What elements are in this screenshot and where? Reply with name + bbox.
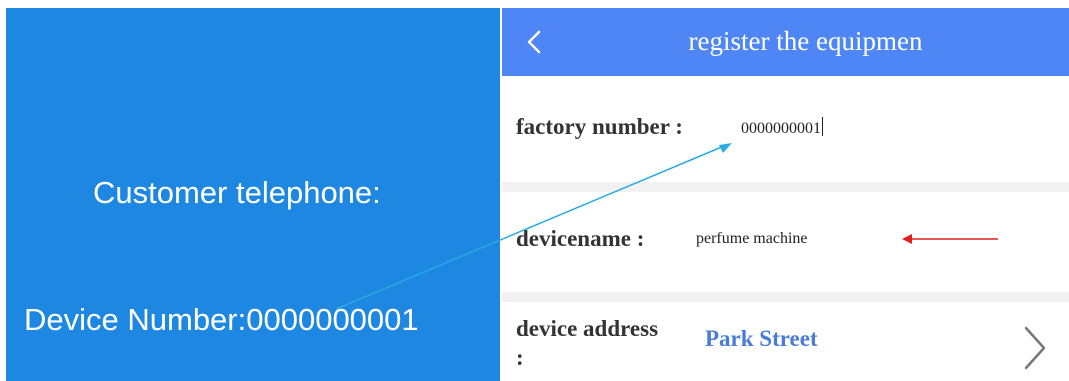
chevron-right-icon[interactable] [1020, 324, 1050, 372]
factory-number-label: factory number : [516, 114, 683, 139]
device-name-row[interactable]: devicename : perfume machine [502, 192, 1069, 292]
factory-number-row[interactable]: factory number : 0000000001 [502, 76, 1069, 182]
section-divider [502, 292, 1069, 302]
factory-number-field[interactable]: 0000000001 [741, 117, 823, 138]
device-address-value[interactable]: Park Street [705, 326, 818, 352]
app-header: register the equipmen [502, 8, 1069, 76]
device-address-label: device address [516, 316, 659, 341]
device-name-value[interactable]: perfume machine [696, 230, 808, 248]
register-equipment-screen: register the equipmen factory number : 0… [502, 8, 1069, 381]
device-address-label-colon: : [516, 345, 524, 370]
factory-number-value: 0000000001 [741, 120, 821, 137]
device-name-label: devicename : [516, 226, 645, 251]
text-caret [822, 117, 823, 136]
device-number-label: Device Number:0000000001 [24, 302, 419, 337]
customer-telephone-label: Customer telephone: [93, 175, 381, 210]
page-title: register the equipmen [688, 26, 923, 56]
customer-info-panel: Customer telephone: Device Number:000000… [6, 8, 500, 381]
section-divider [502, 182, 1069, 192]
device-address-row[interactable]: device address : Park Street [502, 302, 1069, 381]
